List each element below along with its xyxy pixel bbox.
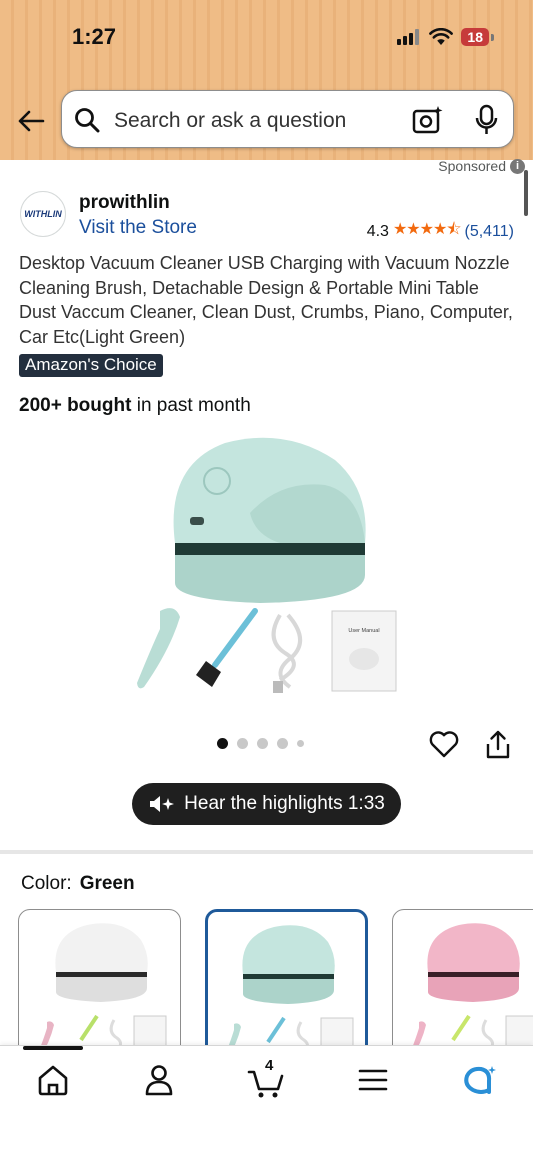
hear-highlights-button[interactable]: Hear the highlights 1:33 [132,783,401,825]
user-manual: User Manual [331,610,397,692]
rating-value: 4.3 [366,222,389,240]
microphone-icon[interactable] [472,104,502,136]
sponsored-label: Sponsored i [438,158,525,174]
bought-count-bold: 200+ bought [19,395,132,416]
home-icon[interactable] [33,1060,73,1100]
search-bar[interactable] [61,90,514,148]
image-carousel-dots [217,738,304,749]
cart-count: 4 [265,1057,274,1074]
back-arrow-icon[interactable] [14,104,48,138]
section-divider [0,850,533,854]
vacuum-body [173,437,366,603]
seller-logo[interactable]: WITHLIN [20,191,66,237]
speaker-sparkle-icon [150,796,175,812]
bought-count-suffix: in past month [131,395,251,416]
color-selector-label: Color: Green [21,873,135,895]
hear-highlights-label: Hear the highlights 1:33 [184,793,385,814]
review-count[interactable]: (5,411) [464,223,514,241]
share-icon[interactable] [484,729,512,761]
account-icon[interactable] [139,1060,179,1100]
nozzle-accessory [137,608,180,689]
manual-title: User Manual [348,628,379,634]
menu-icon[interactable] [353,1060,393,1100]
info-icon[interactable]: i [510,158,525,174]
brush-accessory [196,608,258,687]
rating-summary[interactable]: 4.3 ★★★★⯪ (5,411) [367,218,514,245]
active-tab-indicator [23,1046,83,1050]
product-title[interactable]: Desktop Vacuum Cleaner USB Charging with… [19,251,514,349]
product-image[interactable]: User Manual [120,425,420,715]
wifi-icon [429,28,454,45]
status-icons: 18 [397,28,494,46]
visit-store-link[interactable]: Visit the Store [79,217,197,239]
status-time: 1:27 [72,24,117,49]
carousel-dot[interactable] [277,738,288,749]
amazons-choice-badge: Amazon's Choice [19,354,163,377]
search-icon [75,108,100,133]
seller-name[interactable]: prowithlin [79,192,170,214]
carousel-dot[interactable] [237,738,248,749]
carousel-dot[interactable] [297,740,304,747]
star-rating-icon: ★★★★⯪ [392,221,462,238]
scrollbar[interactable] [524,170,528,216]
search-input[interactable] [112,103,406,139]
selected-color: Green [79,873,135,894]
rufus-icon[interactable] [459,1060,499,1100]
camera-search-icon[interactable] [412,105,444,135]
battery-indicator: 18 [461,28,494,46]
usb-cable-accessory [271,613,302,693]
carousel-dot[interactable] [257,738,268,749]
bought-count: 200+ bought in past month [19,395,251,417]
cellular-signal-icon [397,29,420,45]
heart-icon[interactable] [428,728,460,760]
seller-logo-text: WITHLIN [24,209,62,219]
color-label-text: Color: [21,873,72,894]
sponsored-text: Sponsored [438,158,506,174]
carousel-dot[interactable] [217,738,228,749]
